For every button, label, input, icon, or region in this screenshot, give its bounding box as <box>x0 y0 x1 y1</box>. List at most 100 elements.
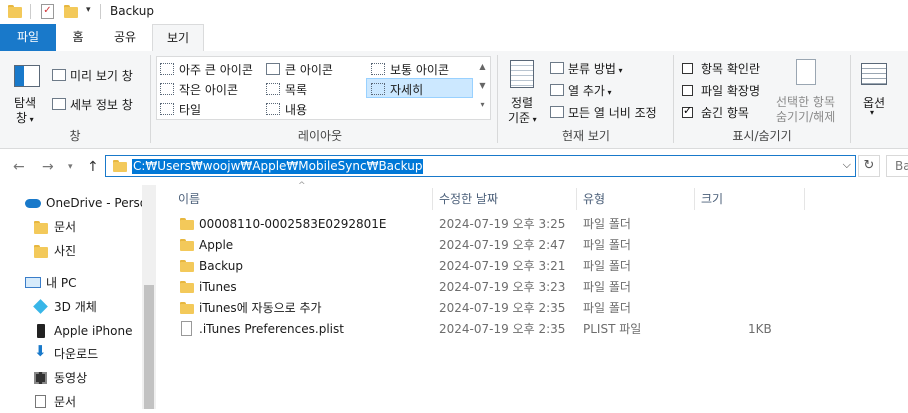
extra-large-icons-icon <box>160 63 174 75</box>
add-columns-label: 열 추가 <box>568 84 605 98</box>
group-by-button[interactable]: 분류 방법 ▾ <box>568 60 623 77</box>
gallery-scroll-up-icon[interactable]: ▲ <box>477 57 488 76</box>
refresh-icon[interactable]: ↻ <box>858 155 880 177</box>
details-view-icon <box>371 83 385 95</box>
size-all-columns-button[interactable]: 모든 열 너비 조정 <box>568 104 657 121</box>
file-name[interactable]: Apple <box>199 235 233 256</box>
layout-group-label: 레이아웃 <box>297 129 343 143</box>
chevron-down-icon: ▾ <box>27 115 34 124</box>
item-checkboxes-label[interactable]: 항목 확인란 <box>701 60 760 77</box>
layout-medium-icons[interactable]: 보통 아이콘 <box>390 61 449 78</box>
file-type: 파일 폴더 <box>583 217 631 231</box>
sort-by-label-2: 기준 <box>508 111 531 125</box>
column-header-type[interactable]: 유형 <box>577 188 695 210</box>
nav-item-downloads[interactable]: 다운로드 <box>54 343 98 365</box>
layout-tiles[interactable]: 타일 <box>179 101 201 118</box>
tab-file[interactable]: 파일 <box>0 24 56 51</box>
group-by-icon <box>550 62 564 74</box>
folder-icon <box>34 245 48 258</box>
phone-icon <box>37 324 45 338</box>
separator <box>497 55 498 143</box>
nav-item-videos[interactable]: 동영상 <box>54 367 87 389</box>
preview-pane-button[interactable]: 미리 보기 창 <box>70 67 133 84</box>
navigation-pane: OneDrive - Perso 문서 사진 내 PC 3D 개체 Apple … <box>0 185 156 409</box>
hidden-items-checkbox[interactable] <box>682 104 693 118</box>
folder-icon <box>34 221 48 234</box>
gallery-expand-icon[interactable]: ▾ <box>477 95 488 114</box>
window-title: Backup <box>110 4 154 18</box>
layout-large-icons[interactable]: 큰 아이콘 <box>285 61 333 78</box>
forward-arrow-icon[interactable]: → <box>42 159 54 175</box>
file-list: ^ 이름 수정한 날짜 유형 크기 00008110-0002583E02928… <box>160 181 908 409</box>
file-name[interactable]: Backup <box>199 256 243 277</box>
address-dropdown-icon[interactable]: ⌵ <box>843 158 851 172</box>
tab-home[interactable]: 홈 <box>58 24 98 51</box>
customize-qa-icon[interactable]: ▾ <box>86 5 91 15</box>
table-row[interactable]: iTunes에 자동으로 추가 2024-07-19 오후 2:35 파일 폴더 <box>172 298 892 319</box>
table-row[interactable]: .iTunes Preferences.plist 2024-07-19 오후 … <box>172 319 892 340</box>
download-arrow-icon: ⬇ <box>34 342 47 360</box>
file-date: 2024-07-19 오후 3:25 <box>439 217 566 231</box>
nav-item-3d-objects[interactable]: 3D 개체 <box>54 296 97 318</box>
layout-list[interactable]: 목록 <box>285 81 307 98</box>
file-name[interactable]: 00008110-0002583E0292801E <box>199 214 386 235</box>
tab-share[interactable]: 공유 <box>102 24 148 51</box>
properties-icon[interactable]: ✓ <box>41 4 54 19</box>
chevron-down-icon: ▾ <box>604 88 612 97</box>
tab-view[interactable]: 보기 <box>152 24 204 53</box>
file-name[interactable]: iTunes <box>199 277 237 298</box>
navigation-pane-dropdown[interactable]: 창 ▾ <box>16 109 34 126</box>
file-extensions-checkbox[interactable] <box>682 85 693 96</box>
file-date: 2024-07-19 오후 3:23 <box>439 280 566 294</box>
file-date: 2024-07-19 오후 3:21 <box>439 259 566 273</box>
column-header-size[interactable]: 크기 <box>695 188 805 210</box>
nav-item-documents[interactable]: 문서 <box>54 391 76 413</box>
table-row[interactable]: Apple 2024-07-19 오후 2:47 파일 폴더 <box>172 235 892 256</box>
chevron-down-icon: ▾ <box>530 115 537 124</box>
title-bar: ✓ ▾ Backup <box>0 0 908 24</box>
file-extensions-label[interactable]: 파일 확장명 <box>701 82 760 99</box>
file-name[interactable]: .iTunes Preferences.plist <box>199 319 344 340</box>
nav-item-documents-onedrive[interactable]: 문서 <box>54 216 76 238</box>
file-size: 1KB <box>748 322 772 336</box>
table-row[interactable]: iTunes 2024-07-19 오후 3:23 파일 폴더 <box>172 277 892 298</box>
size-columns-icon <box>550 106 564 118</box>
new-folder-icon[interactable] <box>64 5 78 18</box>
address-path[interactable]: C:₩Users₩woojw₩Apple₩MobileSync₩Backup <box>132 159 424 174</box>
sort-by-dropdown[interactable]: 기준 ▾ <box>508 109 537 126</box>
item-checkboxes-checkbox[interactable] <box>682 63 693 74</box>
recent-locations-icon[interactable]: ▾ <box>68 162 73 172</box>
file-type: 파일 폴더 <box>583 301 631 315</box>
nav-scrollbar-thumb[interactable] <box>144 285 154 409</box>
layout-content[interactable]: 내용 <box>285 101 307 118</box>
search-input[interactable]: Ba <box>886 155 908 177</box>
group-by-label: 분류 방법 <box>568 62 616 76</box>
nav-item-apple-iphone[interactable]: Apple iPhone <box>54 320 132 342</box>
back-arrow-icon[interactable]: ← <box>13 159 25 175</box>
column-header-name[interactable]: 이름 <box>172 188 433 210</box>
nav-item-this-pc[interactable]: 내 PC <box>46 272 76 294</box>
layout-small-icons[interactable]: 작은 아이콘 <box>179 81 238 98</box>
column-header-date[interactable]: 수정한 날짜 <box>433 188 577 210</box>
add-columns-button[interactable]: 열 추가 ▾ <box>568 82 612 99</box>
up-arrow-icon[interactable]: ↑ <box>87 159 99 175</box>
file-type: PLIST 파일 <box>583 322 642 336</box>
separator <box>673 55 674 143</box>
table-row[interactable]: 00008110-0002583E0292801E 2024-07-19 오후 … <box>172 214 892 235</box>
layout-details[interactable]: 자세히 <box>390 81 423 98</box>
hide-selected-icon <box>796 59 816 85</box>
small-icons-icon <box>160 83 174 95</box>
chevron-down-icon: ▾ <box>615 66 623 75</box>
options-button[interactable]: 옵션 <box>863 94 885 111</box>
hidden-items-label[interactable]: 숨긴 항목 <box>701 104 749 121</box>
nav-item-onedrive[interactable]: OneDrive - Perso <box>46 192 147 214</box>
file-name[interactable]: iTunes에 자동으로 추가 <box>199 298 322 319</box>
gallery-scroll-down-icon[interactable]: ▼ <box>477 76 488 95</box>
nav-item-pictures[interactable]: 사진 <box>54 240 76 262</box>
table-row[interactable]: Backup 2024-07-19 오후 3:21 파일 폴더 <box>172 256 892 277</box>
options-icon <box>861 63 887 85</box>
layout-extra-large-icons[interactable]: 아주 큰 아이콘 <box>179 61 253 78</box>
preview-pane-icon <box>52 69 66 81</box>
address-bar[interactable]: C:₩Users₩woojw₩Apple₩MobileSync₩Backup ⌵ <box>105 155 856 177</box>
details-pane-button[interactable]: 세부 정보 창 <box>70 96 133 113</box>
